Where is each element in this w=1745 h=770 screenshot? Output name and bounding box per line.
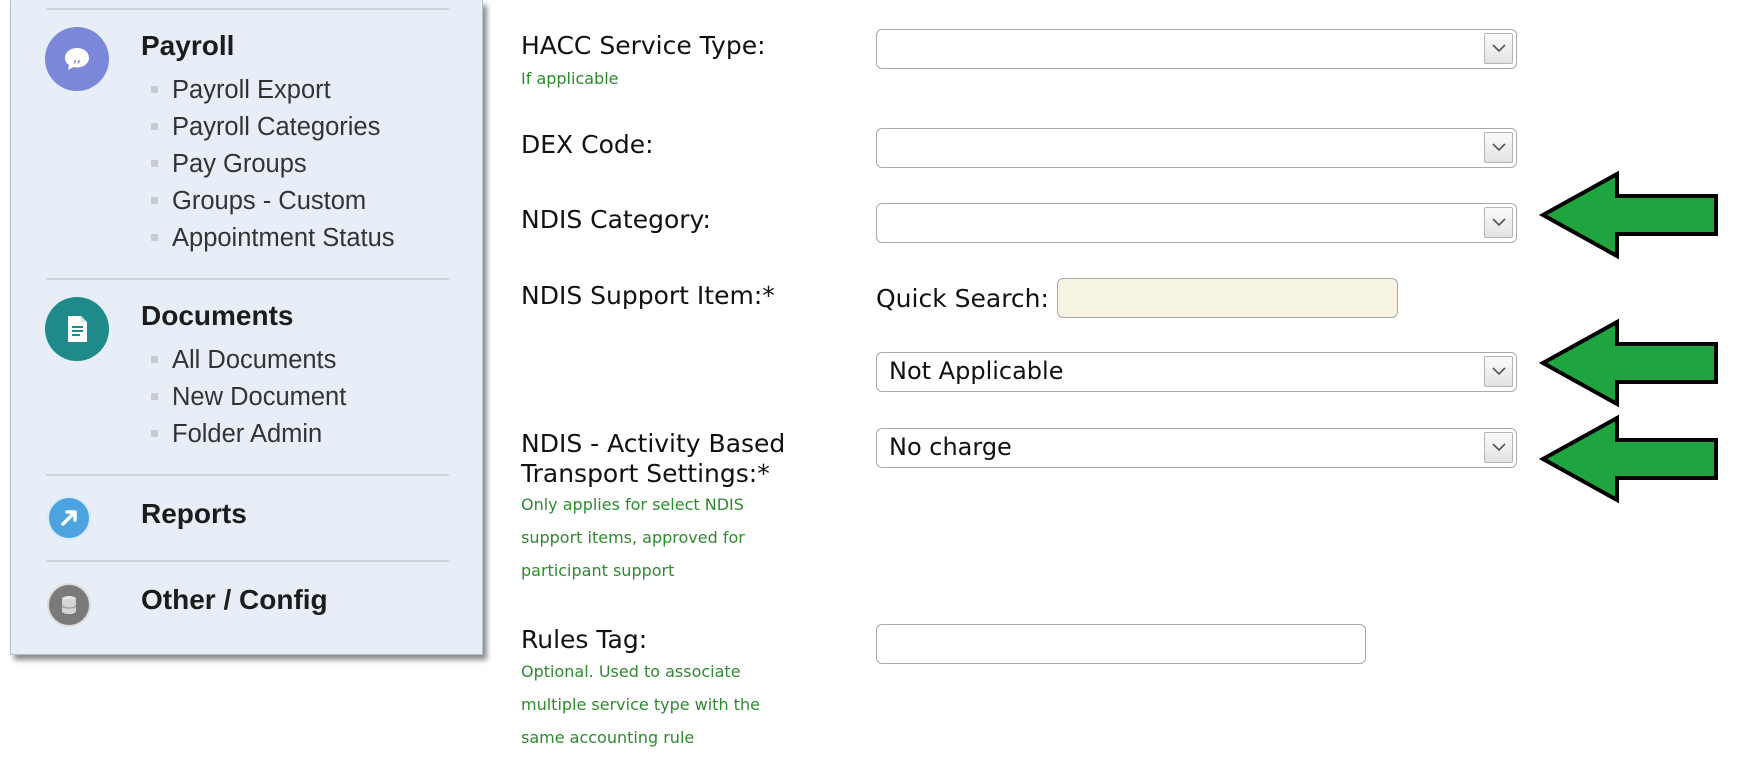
rules-tag-hint-line2: multiple service type with the [521,695,760,714]
svg-text:,,: ,, [73,54,81,65]
rules-tag-label: Rules Tag: [521,625,648,654]
sidebar-menu: ,, Payroll Payroll Export Payroll Catego… [10,0,483,655]
sidebar-item-label: Payroll Export [172,76,331,104]
database-icon[interactable] [47,583,91,627]
sidebar-section-reports[interactable]: Reports [141,498,247,530]
dex-code-select[interactable] [876,128,1517,168]
sidebar-item-all-documents[interactable]: All Documents [139,342,346,379]
sidebar-item-label: Pay Groups [172,150,307,178]
ndis-transport-label-line2: Transport Settings:* [521,459,770,488]
sidebar-item-folder-admin[interactable]: Folder Admin [139,416,346,453]
quick-search-input[interactable] [1057,278,1398,318]
sidebar-item-label: New Document [172,383,347,411]
ndis-transport-select[interactable]: No charge [876,428,1517,468]
ndis-transport-hint-line1: Only applies for select NDIS [521,495,744,514]
sidebar-section-other-config[interactable]: Other / Config [141,584,328,616]
green-arrow-icon [1538,318,1718,408]
payroll-submenu: Payroll Export Payroll Categories Pay Gr… [139,72,395,257]
ndis-transport-hint-line2: support items, approved for [521,528,745,547]
green-arrow-icon [1538,170,1718,260]
hacc-service-type-hint: If applicable [521,69,619,88]
bullet-icon [151,196,158,204]
ndis-category-label: NDIS Category: [521,205,711,234]
chevron-down-icon[interactable] [1484,207,1513,238]
speech-bubble-icon[interactable]: ,, [45,27,109,91]
divider [46,560,449,562]
bullet-icon [151,85,158,93]
sidebar-section-documents[interactable]: Documents [141,300,293,332]
sidebar-item-label: Payroll Categories [172,113,381,141]
chevron-down-icon[interactable] [1484,356,1513,387]
chevron-down-icon[interactable] [1484,132,1513,163]
sidebar-item-label: Folder Admin [172,420,323,448]
rules-tag-hint-line1: Optional. Used to associate [521,662,741,681]
bullet-icon [151,355,158,363]
quick-search-label: Quick Search: [876,284,1049,313]
sidebar-section-payroll[interactable]: Payroll [141,30,234,62]
sidebar-item-label: Appointment Status [172,224,395,252]
bullet-icon [151,122,158,130]
bullet-icon [151,392,158,400]
ndis-category-select[interactable] [876,203,1517,243]
bullet-icon [151,159,158,167]
sidebar-item-pay-groups[interactable]: Pay Groups [139,146,395,183]
sidebar-item-new-document[interactable]: New Document [139,379,346,416]
divider [46,8,449,10]
rules-tag-hint-line3: same accounting rule [521,728,695,747]
sidebar-item-label: All Documents [172,346,337,374]
documents-submenu: All Documents New Document Folder Admin [139,342,346,453]
ndis-support-item-select[interactable]: Not Applicable [876,352,1517,392]
sidebar-item-groups-custom[interactable]: Groups - Custom [139,183,395,220]
chevron-down-icon[interactable] [1484,432,1513,463]
divider [46,278,449,280]
chevron-down-icon[interactable] [1484,33,1513,64]
arrow-link-icon[interactable] [47,496,91,540]
green-arrow-icon [1538,414,1718,504]
hacc-service-type-select[interactable] [876,29,1517,69]
select-value: No charge [889,433,1012,461]
bullet-icon [151,429,158,437]
ndis-transport-label-line1: NDIS - Activity Based [521,429,786,458]
ndis-support-item-label: NDIS Support Item:* [521,281,775,310]
divider [46,474,449,476]
ndis-transport-hint-line3: participant support [521,561,675,580]
hacc-service-type-label: HACC Service Type: [521,31,766,60]
dex-code-label: DEX Code: [521,130,654,159]
document-icon[interactable] [45,297,109,361]
sidebar-item-payroll-categories[interactable]: Payroll Categories [139,109,395,146]
sidebar-item-label: Groups - Custom [172,187,367,215]
sidebar-item-payroll-export[interactable]: Payroll Export [139,72,395,109]
select-value: Not Applicable [889,357,1064,385]
bullet-icon [151,233,158,241]
sidebar-item-appointment-status[interactable]: Appointment Status [139,220,395,257]
rules-tag-input[interactable] [876,624,1366,664]
